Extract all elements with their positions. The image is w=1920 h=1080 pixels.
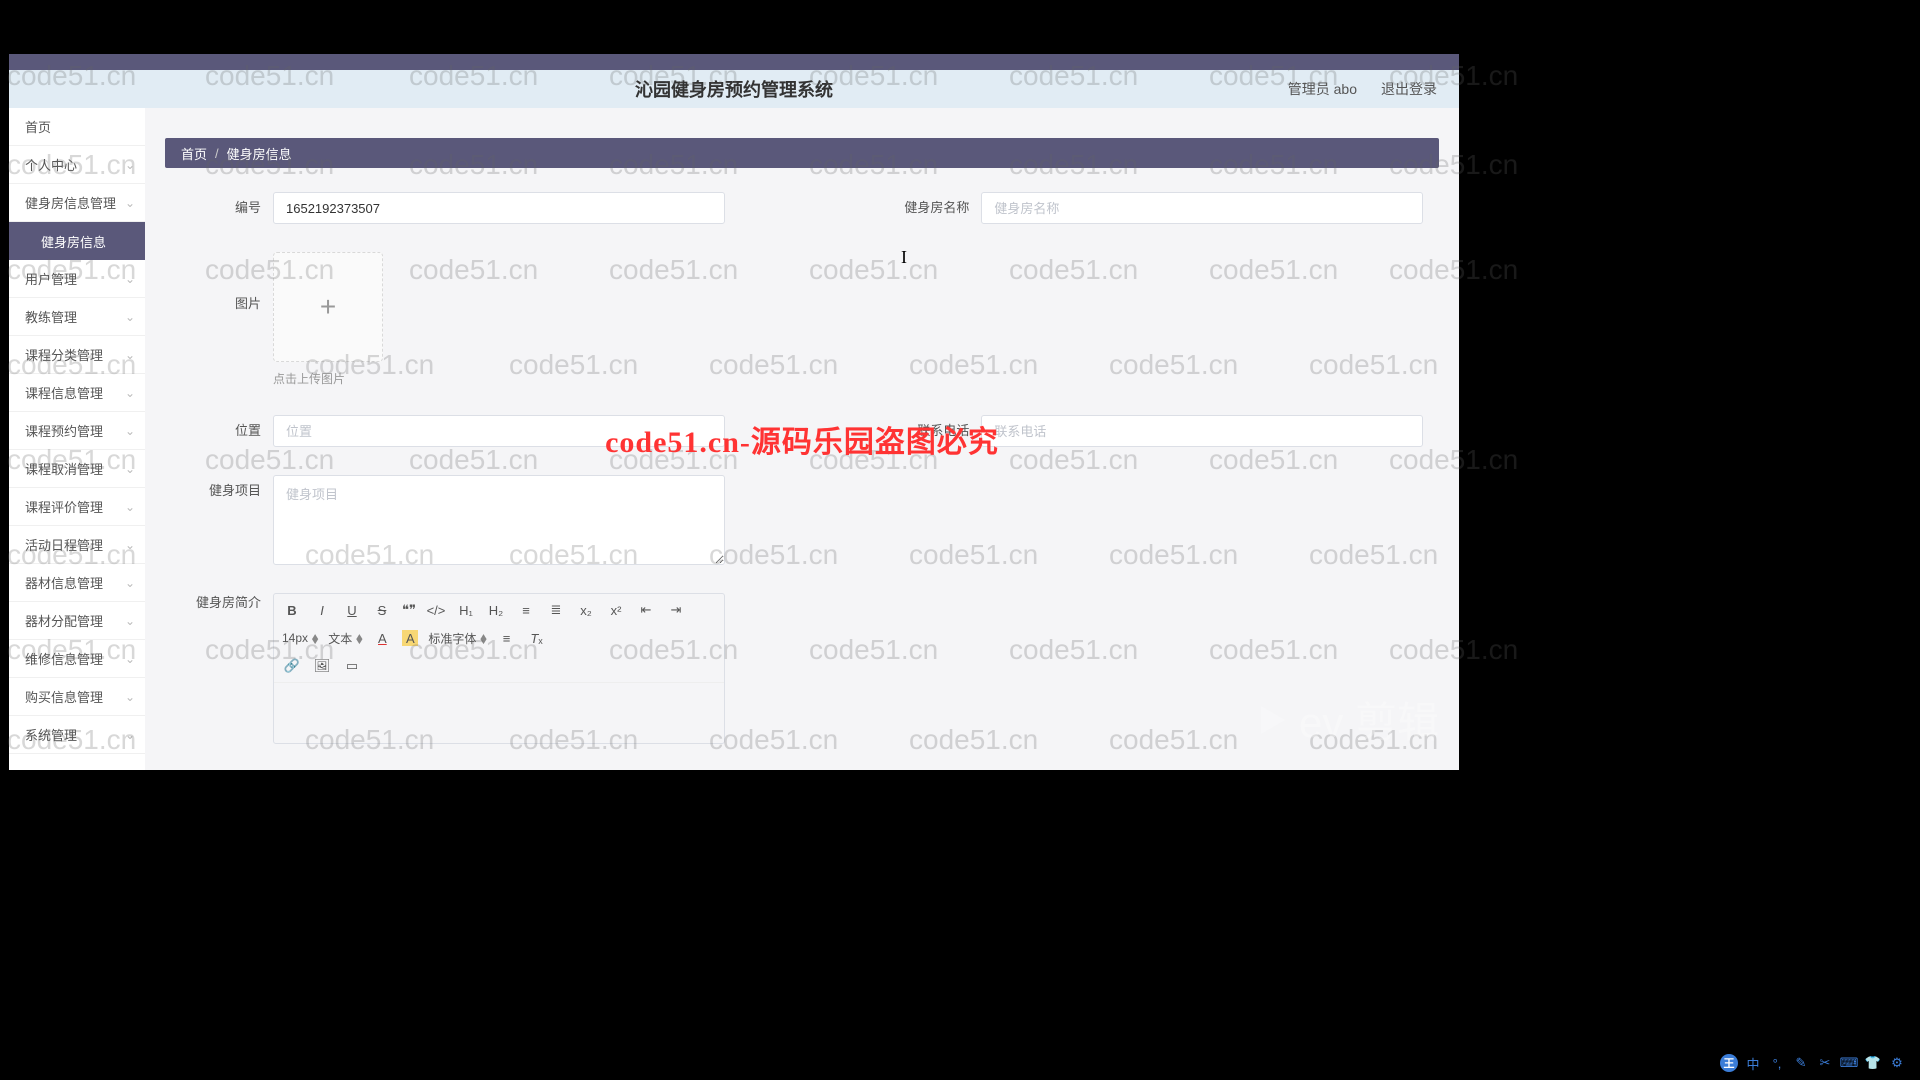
underline-icon[interactable]: U (342, 600, 362, 620)
ime-keyboard-icon[interactable]: ⌨ (1840, 1054, 1858, 1072)
ime-settings-icon[interactable]: ⚙ (1888, 1054, 1906, 1072)
rich-editor: B I U S ❝❞ </> H₁ H₂ ≡ ≣ x₂ (273, 593, 725, 744)
font-size-select[interactable]: 14px (282, 631, 318, 645)
sidebar-item-personal[interactable]: 个人中心 (9, 146, 145, 184)
quote-icon[interactable]: ❝❞ (402, 600, 416, 620)
form-row-image: 图片 + 点击上传图片 (181, 252, 1423, 387)
font-color-icon[interactable]: A (372, 628, 392, 648)
sidebar-item-purchase-info[interactable]: 购买信息管理 (9, 678, 145, 716)
form-row-code-name: 编号 健身房名称 (181, 192, 1423, 224)
font-family-select[interactable]: 文本 (328, 630, 362, 647)
header-user-area: 管理员 abo 退出登录 (1288, 79, 1437, 99)
link-icon[interactable]: 🔗 (282, 656, 302, 676)
form-col-image: 图片 + 点击上传图片 (181, 252, 901, 387)
font-standard-select[interactable]: 标准字体 (428, 630, 486, 647)
sidebar-item-activity-schedule[interactable]: 活动日程管理 (9, 526, 145, 564)
plus-icon: + (320, 291, 336, 323)
indent-left-icon[interactable]: ⇤ (636, 600, 656, 620)
indent-right-icon[interactable]: ⇥ (666, 600, 686, 620)
editor-toolbar: B I U S ❝❞ </> H₁ H₂ ≡ ≣ x₂ (274, 594, 724, 683)
code-icon[interactable]: </> (426, 600, 446, 620)
clear-format-icon[interactable]: Tₓ (527, 628, 547, 648)
sidebar-item-gym-info[interactable]: 健身房信息 (9, 222, 145, 260)
location-label: 位置 (181, 415, 261, 440)
ime-chinese-icon[interactable]: 中 (1744, 1054, 1762, 1072)
logout-button[interactable]: 退出登录 (1381, 79, 1437, 99)
sidebar-item-coach-mgmt[interactable]: 教练管理 (9, 298, 145, 336)
ime-toolbar: 王 中 °, ✎ ✂ ⌨ 👕 ⚙ (1720, 1054, 1906, 1072)
sidebar-item-user-mgmt[interactable]: 用户管理 (9, 260, 145, 298)
breadcrumb: 首页 / 健身房信息 (165, 138, 1439, 168)
ime-wang-icon[interactable]: 王 (1720, 1054, 1738, 1072)
sidebar: 首页 个人中心 健身房信息管理 健身房信息 用户管理 教练管理 课程分类管理 课… (9, 108, 145, 770)
header: 沁园健身房预约管理系统 管理员 abo 退出登录 (9, 70, 1459, 108)
strikethrough-icon[interactable]: S (372, 600, 392, 620)
sidebar-item-equipment-info[interactable]: 器材信息管理 (9, 564, 145, 602)
breadcrumb-home[interactable]: 首页 (181, 144, 207, 163)
h1-icon[interactable]: H₁ (456, 600, 476, 620)
h2-icon[interactable]: H₂ (486, 600, 506, 620)
italic-icon[interactable]: I (312, 600, 332, 620)
unordered-list-icon[interactable]: ≣ (546, 600, 566, 620)
form-col-code: 编号 (181, 192, 901, 224)
video-icon[interactable]: ▭ (342, 656, 362, 676)
superscript-icon[interactable]: x² (606, 600, 626, 620)
bold-icon[interactable]: B (282, 600, 302, 620)
sidebar-item-repair-info[interactable]: 维修信息管理 (9, 640, 145, 678)
items-label: 健身项目 (181, 475, 261, 500)
ev-logo-watermark: ev 剪辑 (1253, 689, 1439, 750)
form-col-intro: 健身房简介 B I U S ❝❞ </> H₁ H₂ ≡ (181, 593, 901, 744)
body-area: 首页 个人中心 健身房信息管理 健身房信息 用户管理 教练管理 课程分类管理 课… (9, 108, 1459, 770)
main-content: 首页 / 健身房信息 编号 健身房名称 图片 (145, 108, 1459, 770)
image-label: 图片 (181, 252, 261, 313)
sidebar-item-home[interactable]: 首页 (9, 108, 145, 146)
form-row-items: 健身项目 (181, 475, 1423, 565)
ordered-list-icon[interactable]: ≡ (516, 600, 536, 620)
code-input[interactable] (273, 192, 725, 224)
align-icon[interactable]: ≡ (497, 628, 517, 648)
items-textarea[interactable] (273, 475, 725, 565)
admin-label[interactable]: 管理员 abo (1288, 79, 1357, 99)
play-logo-icon (1253, 700, 1293, 740)
upload-hint: 点击上传图片 (273, 370, 383, 387)
sidebar-item-course-category[interactable]: 课程分类管理 (9, 336, 145, 374)
editor-body[interactable] (274, 683, 724, 743)
form-col-name: 健身房名称 (901, 192, 1423, 224)
image-upload-box[interactable]: + (273, 252, 383, 362)
code-label: 编号 (181, 192, 261, 217)
intro-label: 健身房简介 (181, 593, 261, 612)
name-input[interactable] (981, 192, 1423, 224)
phone-input[interactable] (981, 415, 1423, 447)
watermark-overlay-text: code51.cn-源码乐园盗图必究 (605, 417, 999, 461)
sidebar-item-gym-info-mgmt[interactable]: 健身房信息管理 (9, 184, 145, 222)
sidebar-item-course-booking[interactable]: 课程预约管理 (9, 412, 145, 450)
sidebar-item-course-cancel[interactable]: 课程取消管理 (9, 450, 145, 488)
subscript-icon[interactable]: x₂ (576, 600, 596, 620)
sidebar-item-system-mgmt[interactable]: 系统管理 (9, 716, 145, 754)
form-row-intro: 健身房简介 B I U S ❝❞ </> H₁ H₂ ≡ (181, 593, 1423, 744)
top-divider (9, 54, 1459, 70)
breadcrumb-current: 健身房信息 (227, 144, 292, 163)
form-col-items: 健身项目 (181, 475, 901, 565)
sidebar-item-course-info[interactable]: 课程信息管理 (9, 374, 145, 412)
highlight-icon[interactable]: A (402, 630, 418, 646)
ime-scissors-icon[interactable]: ✂ (1816, 1054, 1834, 1072)
form-area: 编号 健身房名称 图片 + (165, 168, 1439, 796)
name-label: 健身房名称 (901, 192, 969, 217)
ime-edit-icon[interactable]: ✎ (1792, 1054, 1810, 1072)
app-title: 沁园健身房预约管理系统 (9, 76, 1459, 102)
breadcrumb-separator: / (215, 146, 219, 161)
image-icon[interactable]: 🖼 (312, 656, 332, 676)
app-viewport: 沁园健身房预约管理系统 管理员 abo 退出登录 首页 个人中心 健身房信息管理… (9, 54, 1459, 770)
sidebar-item-course-review[interactable]: 课程评价管理 (9, 488, 145, 526)
ime-skin-icon[interactable]: 👕 (1864, 1054, 1882, 1072)
ime-punct-icon[interactable]: °, (1768, 1054, 1786, 1072)
sidebar-item-equipment-assign[interactable]: 器材分配管理 (9, 602, 145, 640)
upload-wrapper: + 点击上传图片 (273, 252, 383, 387)
